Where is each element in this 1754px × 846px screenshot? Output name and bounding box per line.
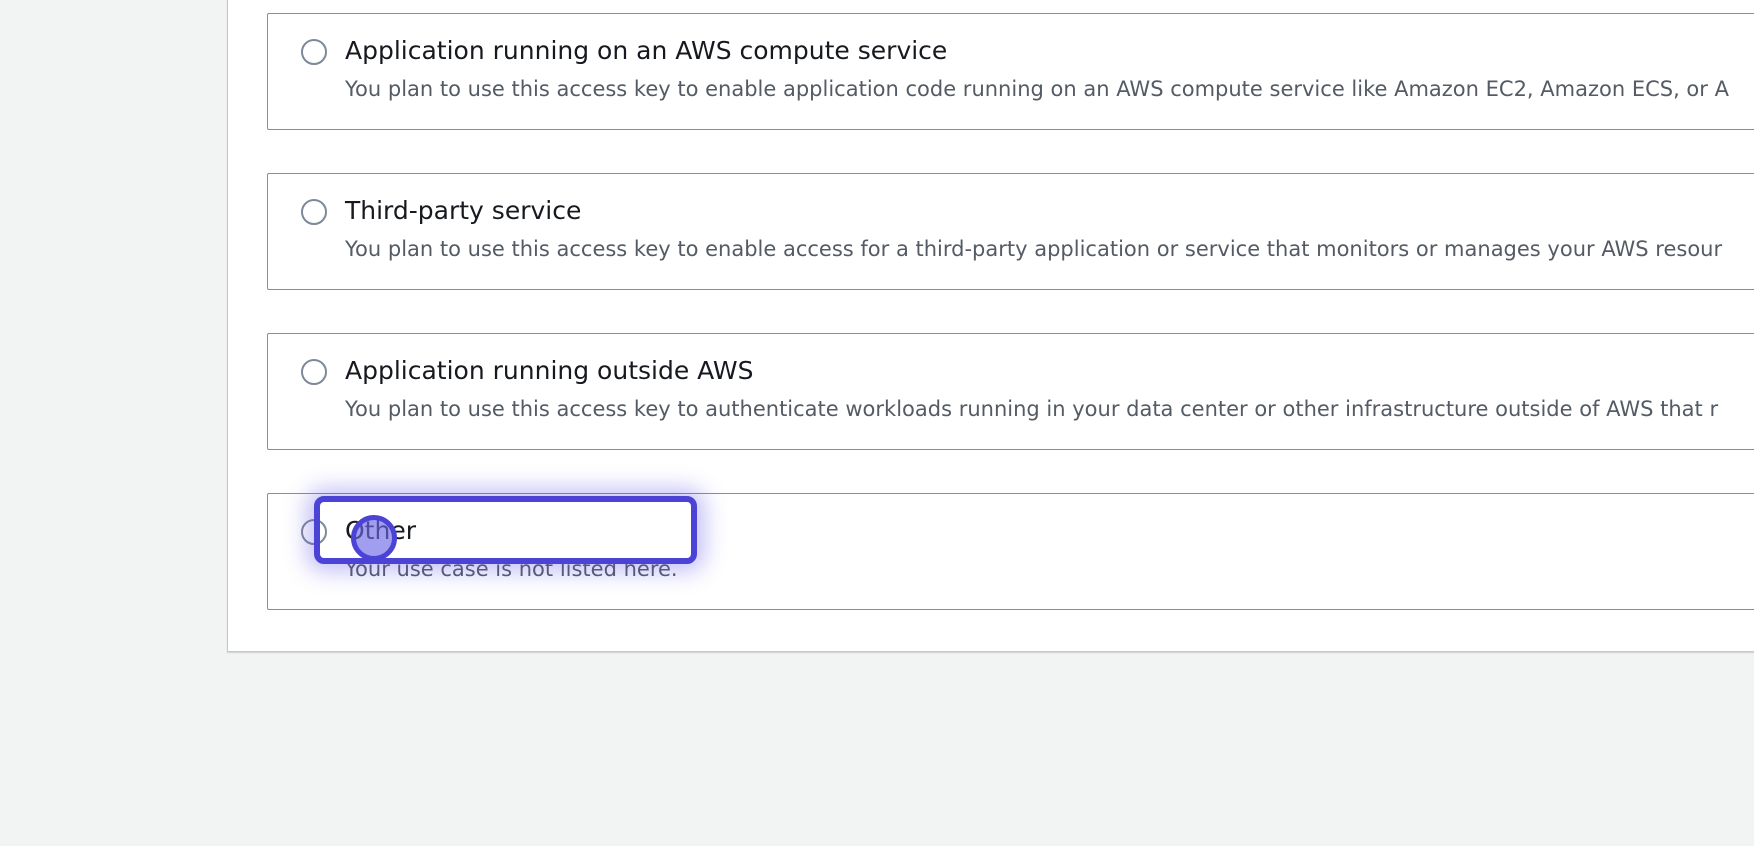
option-description: You plan to use this access key to authe… [345,397,1719,421]
radio-unchecked-icon[interactable] [301,519,327,545]
option-description: Your use case is not listed here. [345,557,678,581]
option-description: You plan to use this access key to enabl… [345,77,1729,101]
option-label: Application running outside AWS [345,356,754,385]
radio-unchecked-icon[interactable] [301,359,327,385]
option-description: You plan to use this access key to enabl… [345,237,1723,261]
option-label: Third-party service [345,196,582,225]
option-label: Other [345,516,416,545]
option-other[interactable]: Other Your use case is not listed here. [267,493,1754,610]
radio-unchecked-icon[interactable] [301,199,327,225]
radio-unchecked-icon[interactable] [301,39,327,65]
option-aws-compute-service[interactable]: Application running on an AWS compute se… [267,13,1754,130]
option-third-party-service[interactable]: Third-party service You plan to use this… [267,173,1754,290]
option-label: Application running on an AWS compute se… [345,36,948,65]
option-application-outside-aws[interactable]: Application running outside AWS You plan… [267,333,1754,450]
